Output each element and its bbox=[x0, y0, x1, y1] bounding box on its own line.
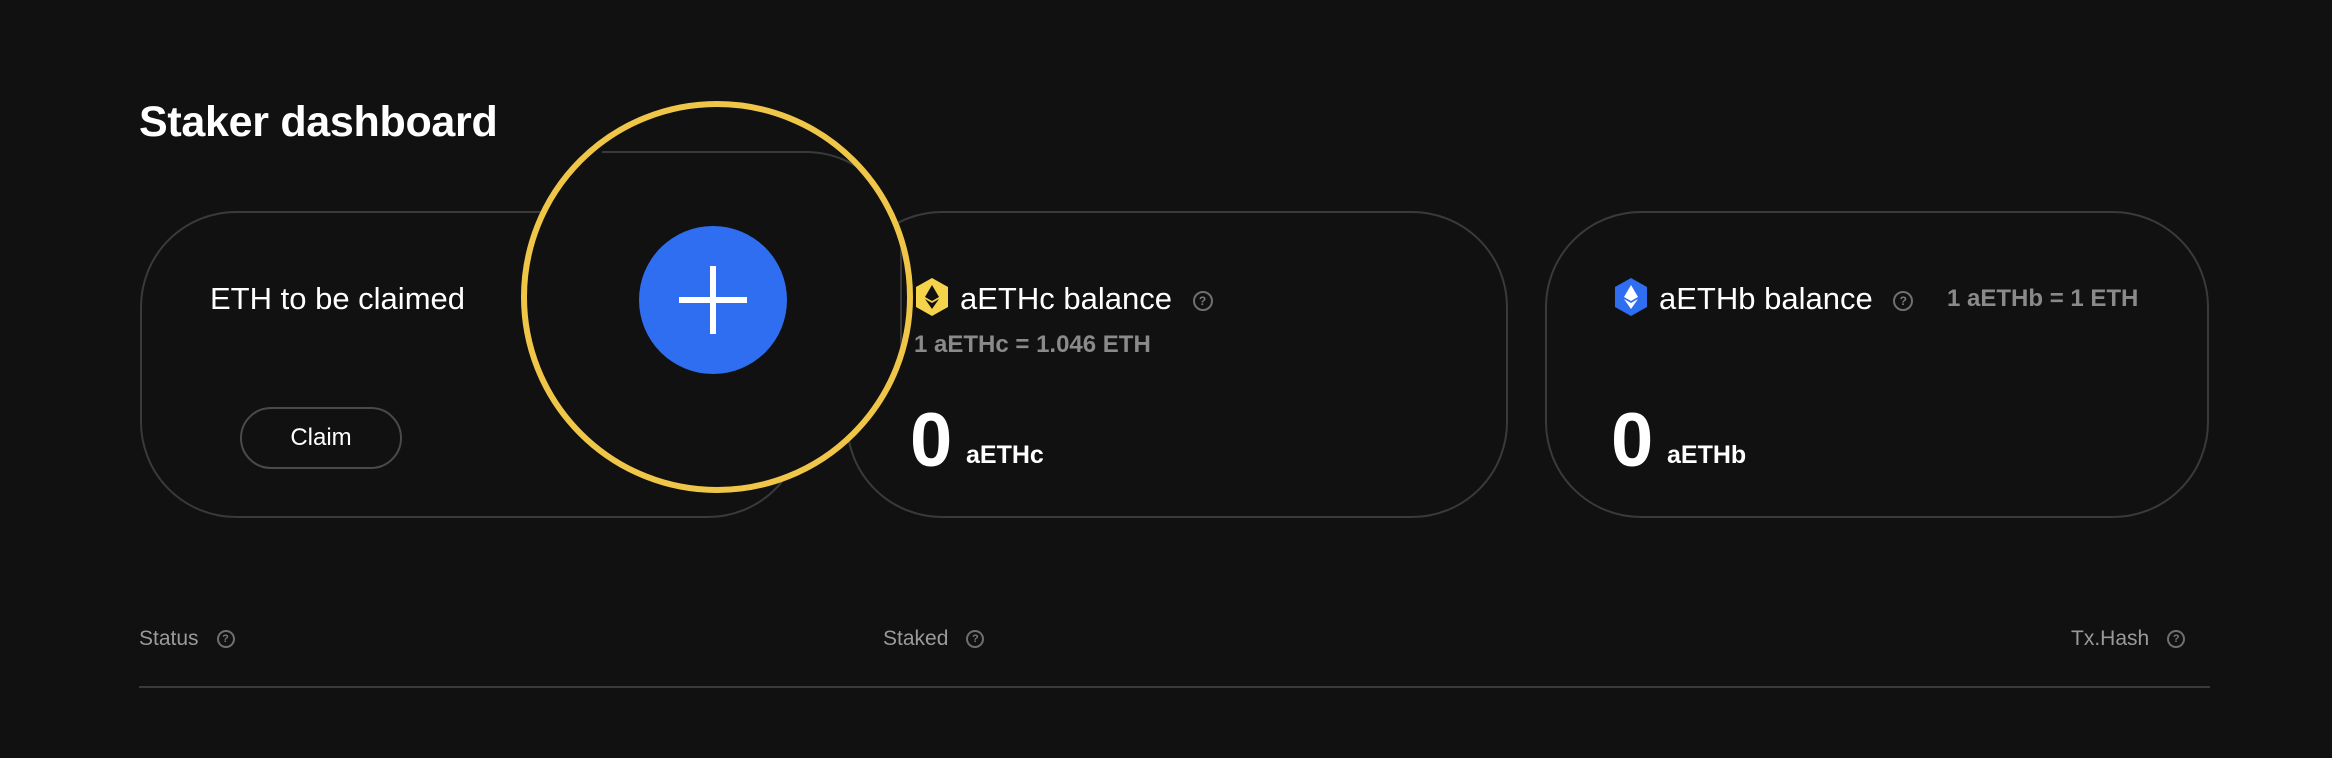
aethc-help-icon[interactable]: ? bbox=[1192, 290, 1213, 311]
spotlight-highlight-ring bbox=[521, 101, 913, 493]
aethc-balance-label: aETHc balance ? bbox=[960, 281, 1213, 317]
aethb-unit: aETHb bbox=[1667, 441, 1747, 469]
ethereum-blue-hex-icon bbox=[1615, 278, 1647, 316]
page-title: Staker dashboard bbox=[139, 98, 498, 146]
status-help-icon[interactable]: ? bbox=[216, 630, 235, 649]
aethc-amount: 0 bbox=[910, 398, 953, 483]
plus-icon bbox=[679, 266, 747, 334]
staked-help-icon[interactable]: ? bbox=[966, 630, 985, 649]
aethb-balance-text: aETHb balance bbox=[1659, 281, 1873, 316]
aethb-balance-card: aETHb balance ? 1 aETHb = 1 ETH 0 aETHb bbox=[1545, 211, 2209, 518]
aethc-rate: 1 aETHc = 1.046 ETH bbox=[914, 331, 1151, 358]
column-status-label: Status bbox=[139, 627, 199, 650]
tx-hash-help-icon[interactable]: ? bbox=[2167, 630, 2186, 649]
aethc-unit: aETHc bbox=[966, 441, 1044, 469]
aethb-rate: 1 aETHb = 1 ETH bbox=[1947, 285, 2139, 312]
column-staked-label: Staked bbox=[883, 627, 949, 650]
eth-to-be-claimed-label: ETH to be claimed bbox=[210, 281, 465, 316]
ethereum-yellow-hex-icon bbox=[916, 278, 948, 316]
aethb-amount: 0 bbox=[1611, 398, 1654, 483]
column-header-staked[interactable]: Staked? bbox=[883, 627, 985, 651]
aethc-balance-text: aETHc balance bbox=[960, 281, 1172, 316]
aethc-balance-card: aETHc balance ? 1 aETHc = 1.046 ETH 0 aE… bbox=[846, 211, 1508, 518]
add-stake-button[interactable] bbox=[639, 226, 787, 374]
claim-button[interactable]: Claim bbox=[240, 407, 402, 469]
column-header-status[interactable]: Status? bbox=[139, 627, 235, 651]
aethb-help-icon[interactable]: ? bbox=[1893, 290, 1914, 311]
column-header-tx-hash[interactable]: Tx.Hash? bbox=[2071, 627, 2186, 651]
aethb-balance-label: aETHb balance ? bbox=[1659, 281, 1914, 317]
column-tx-hash-label: Tx.Hash bbox=[2071, 627, 2150, 650]
table-header-divider bbox=[139, 686, 2210, 688]
